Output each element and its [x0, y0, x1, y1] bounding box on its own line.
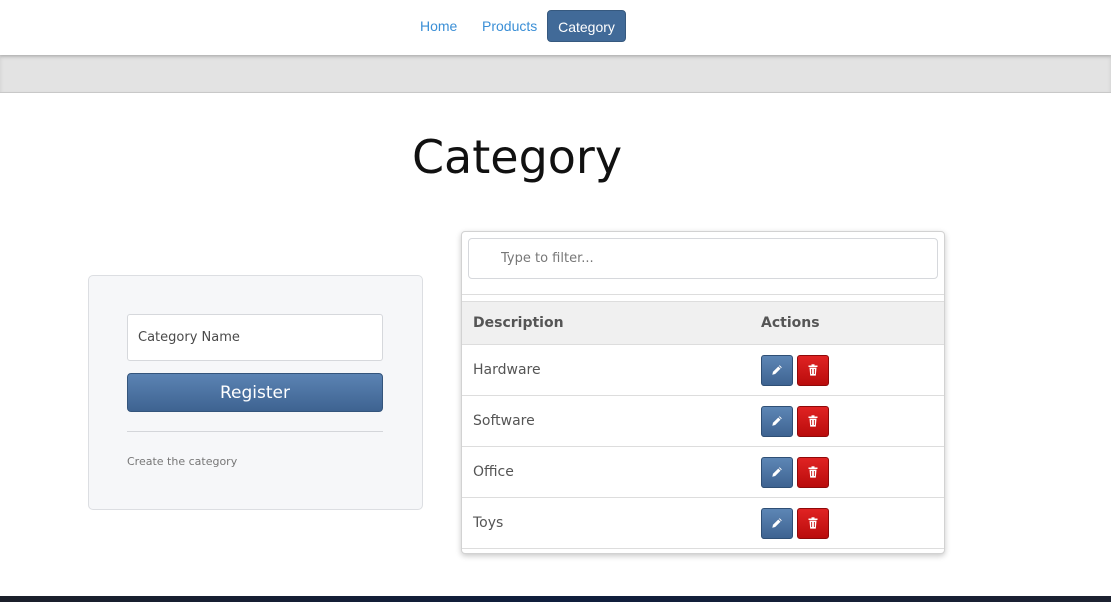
- table-header-row: Description Actions: [462, 301, 944, 345]
- edit-button[interactable]: [761, 354, 793, 386]
- form-help-text: Create the category: [127, 455, 238, 468]
- table-row: Office: [462, 446, 944, 498]
- row-description: Toys: [462, 497, 761, 549]
- category-table: Description Actions Hardware Software Offi…: [462, 301, 944, 549]
- edit-button[interactable]: [761, 507, 793, 539]
- delete-button[interactable]: [797, 354, 829, 386]
- form-divider: [127, 431, 383, 432]
- top-navbar: Home Products Category: [0, 0, 1111, 55]
- table-row: Hardware: [462, 344, 944, 396]
- column-header-description: Description: [462, 301, 761, 345]
- delete-button[interactable]: [797, 507, 829, 539]
- filter-input[interactable]: [468, 238, 938, 279]
- delete-button[interactable]: [797, 456, 829, 488]
- nav-category-link[interactable]: Category: [547, 10, 626, 42]
- table-row: Software: [462, 395, 944, 447]
- nav-products-link[interactable]: Products: [469, 10, 550, 42]
- footer-strip: [0, 596, 1111, 602]
- page-title: Category: [411, 130, 623, 184]
- row-actions: [761, 395, 944, 447]
- edit-button[interactable]: [761, 405, 793, 437]
- row-actions: [761, 344, 944, 396]
- delete-button[interactable]: [797, 405, 829, 437]
- register-button[interactable]: Register: [127, 373, 383, 412]
- row-actions: [761, 446, 944, 498]
- category-name-input[interactable]: [127, 314, 383, 361]
- row-description: Software: [462, 395, 761, 447]
- nav-home-link[interactable]: Home: [407, 10, 470, 42]
- row-actions: [761, 497, 944, 549]
- table-row: Toys: [462, 497, 944, 549]
- category-form-card: Register Create the category: [88, 275, 423, 510]
- edit-button[interactable]: [761, 456, 793, 488]
- category-table-card: Description Actions HardwareSoftwareOffi…: [461, 231, 945, 554]
- header-band: [0, 55, 1111, 93]
- table-body: Hardware Software Office Toys: [462, 344, 944, 549]
- row-description: Office: [462, 446, 761, 498]
- column-header-actions: Actions: [761, 301, 944, 345]
- filter-divider: [462, 294, 944, 295]
- row-description: Hardware: [462, 344, 761, 396]
